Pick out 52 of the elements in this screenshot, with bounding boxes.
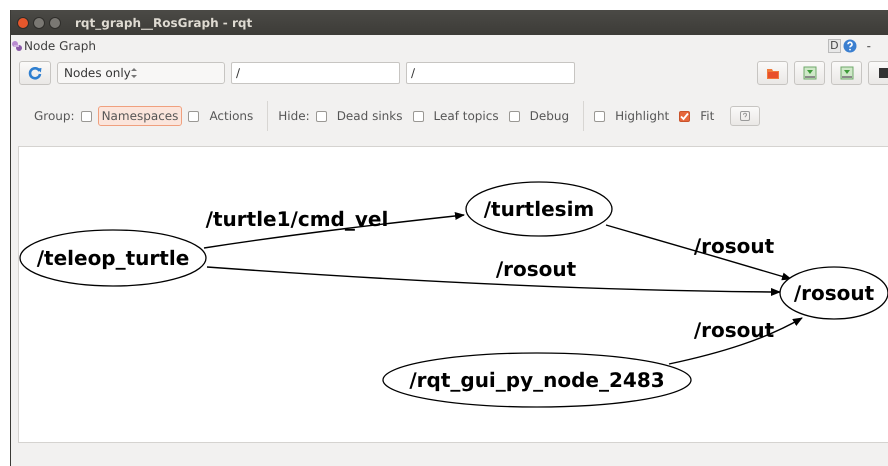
help-icon[interactable] [842, 39, 857, 53]
checkbox-label[interactable]: Highlight [611, 106, 674, 126]
maximize-button[interactable] [49, 16, 61, 28]
filter-field[interactable]: / [231, 62, 400, 84]
plugin-icon [11, 40, 23, 52]
node-label: /rosout [794, 281, 874, 305]
minimize-button[interactable] [33, 16, 45, 28]
help-icon [740, 111, 750, 121]
node-label: /teleop_turtle [36, 246, 190, 270]
option-label: Group: [34, 109, 75, 123]
edge-label: /turtle1/cmd_vel [206, 207, 388, 231]
checkbox[interactable] [679, 110, 690, 122]
checkbox-label[interactable]: Fit [696, 106, 718, 126]
save-button[interactable] [831, 61, 862, 85]
graph-type-dropdown[interactable]: Nodes only [57, 62, 225, 84]
checkbox[interactable] [80, 110, 92, 122]
save-icon [802, 66, 816, 80]
node-label: /turtlesim [484, 197, 594, 221]
checkbox-label[interactable]: Namespaces [98, 106, 182, 126]
dock-button[interactable]: D [828, 39, 841, 53]
edge-label: /rosout [496, 257, 576, 281]
minimize-button[interactable]: - [866, 39, 871, 53]
checkbox[interactable] [508, 110, 520, 122]
edge-label: /rosout [694, 318, 774, 342]
save-button[interactable] [794, 61, 825, 85]
graph-node[interactable] [779, 266, 888, 320]
graph-node[interactable] [382, 352, 692, 408]
edge-label: /rosout [694, 234, 774, 258]
checkbox-label[interactable]: Dead sinks [332, 106, 406, 126]
window-title: rqt_graph__RosGraph - rqt [75, 16, 252, 30]
checkbox[interactable] [412, 110, 424, 122]
checkbox[interactable] [188, 110, 200, 122]
close-button[interactable] [17, 16, 29, 28]
save-icon [840, 66, 854, 80]
check-icon [680, 112, 690, 120]
spin-arrows-icon [130, 67, 137, 79]
open-file-button[interactable] [757, 61, 788, 85]
refresh-icon [28, 66, 42, 80]
folder-icon [766, 66, 780, 80]
checkbox-label[interactable]: Actions [205, 106, 258, 126]
checkbox[interactable] [316, 110, 327, 122]
node-label: /rqt_gui_py_node_2483 [409, 368, 665, 392]
graph-node[interactable] [19, 229, 207, 287]
option-label: Hide: [278, 109, 310, 123]
filter-field[interactable]: / [406, 62, 575, 84]
help-button[interactable] [730, 106, 760, 126]
checkbox-label[interactable]: Debug [526, 106, 574, 126]
checkbox-label[interactable]: Leaf topics [430, 106, 503, 126]
checkbox[interactable] [594, 110, 606, 122]
graph-node[interactable] [465, 181, 613, 237]
refresh-button[interactable] [19, 61, 51, 85]
plugin-title: Node Graph [24, 39, 96, 53]
